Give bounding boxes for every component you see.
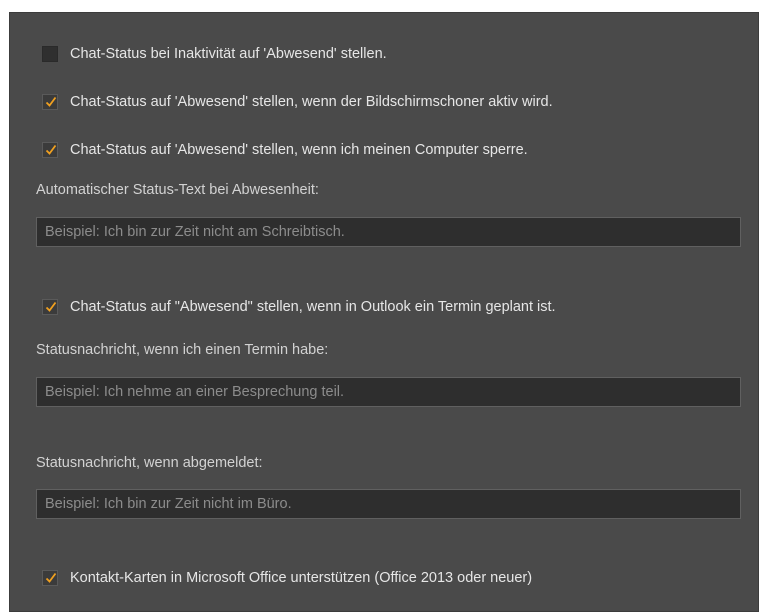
checkmark-icon: [45, 144, 57, 155]
inactivity-away-label: Chat-Status bei Inaktivität auf 'Abwesen…: [70, 46, 387, 62]
option-lock-away[interactable]: Chat-Status auf 'Abwesend' stellen, wenn…: [42, 139, 528, 161]
office-contact-cards-label: Kontakt-Karten in Microsoft Office unter…: [70, 570, 533, 586]
away-text-caption: Automatischer Status-Text bei Abwesenhei…: [36, 182, 319, 198]
option-inactivity-away[interactable]: Chat-Status bei Inaktivität auf 'Abwesen…: [42, 43, 387, 65]
outlook-meeting-away-label: Chat-Status auf "Abwesend" stellen, wenn…: [70, 299, 556, 315]
option-screensaver-away[interactable]: Chat-Status auf 'Abwesend' stellen, wenn…: [42, 91, 553, 113]
option-office-contact-cards[interactable]: Kontakt-Karten in Microsoft Office unter…: [42, 567, 532, 589]
outlook-meeting-away-checkbox[interactable]: [42, 299, 58, 315]
settings-panel: Chat-Status bei Inaktivität auf 'Abwesen…: [9, 12, 759, 612]
offline-text-caption: Statusnachricht, wenn abgemeldet:: [36, 455, 263, 471]
lock-away-label: Chat-Status auf 'Abwesend' stellen, wenn…: [70, 142, 528, 158]
inactivity-away-checkbox[interactable]: [42, 46, 58, 62]
offline-text-input[interactable]: [36, 489, 741, 519]
option-outlook-meeting-away[interactable]: Chat-Status auf "Abwesend" stellen, wenn…: [42, 296, 556, 318]
screensaver-away-checkbox[interactable]: [42, 94, 58, 110]
office-contact-cards-checkbox[interactable]: [42, 570, 58, 586]
checkmark-icon: [45, 572, 57, 583]
checkmark-icon: [45, 301, 57, 312]
screensaver-away-label: Chat-Status auf 'Abwesend' stellen, wenn…: [70, 94, 553, 110]
meeting-text-caption: Statusnachricht, wenn ich einen Termin h…: [36, 342, 329, 358]
meeting-text-input[interactable]: [36, 377, 741, 407]
lock-away-checkbox[interactable]: [42, 142, 58, 158]
away-text-input[interactable]: [36, 217, 741, 247]
checkmark-icon: [45, 96, 57, 107]
